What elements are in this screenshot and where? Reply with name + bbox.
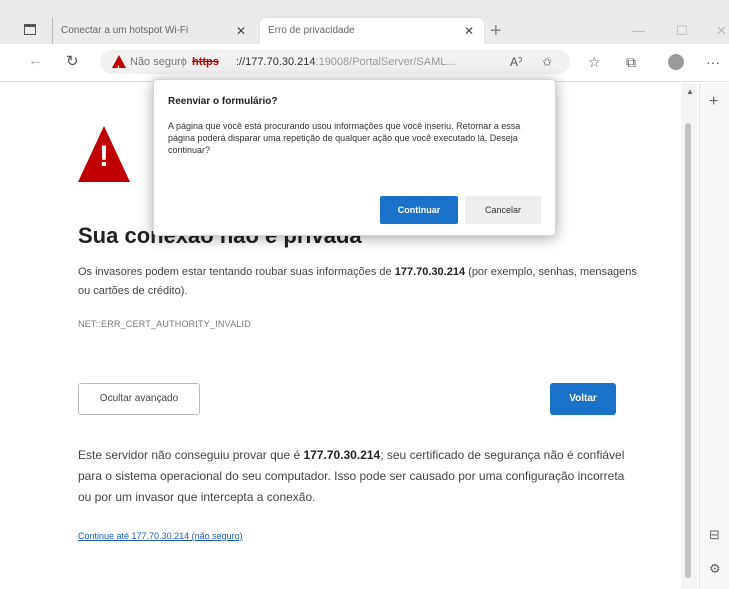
sidebar: + ⊟ ⚙ <box>699 83 729 589</box>
details-paragraph: Este servidor não conseguiu provar que é… <box>78 445 638 508</box>
scroll-up-icon[interactable]: ▲ <box>686 87 694 96</box>
warning-icon[interactable] <box>112 55 126 74</box>
vertical-scrollbar[interactable]: ▲ <box>681 83 697 589</box>
hide-advanced-button[interactable]: Ocultar avançado <box>78 383 200 415</box>
url-input[interactable]: Não seguro | https ://177.70.30.214:1900… <box>100 50 570 74</box>
tab-privacy-error[interactable]: Erro de privacidade ✕ <box>260 18 484 44</box>
close-icon[interactable]: ✕ <box>464 18 474 44</box>
warning-paragraph: Os invasores podem estar tentando roubar… <box>78 263 638 301</box>
new-tab-button[interactable]: + <box>490 18 502 44</box>
dialog-message: A página que você está procurando usou i… <box>168 121 521 155</box>
close-icon[interactable]: ✕ <box>236 18 246 44</box>
host-text: 177.70.30.214 <box>303 448 381 462</box>
back-button[interactable]: ← <box>28 52 43 69</box>
scrollbar-thumb[interactable] <box>685 123 691 578</box>
address-bar: ← ↻ Não seguro | https ://177.70.30.214:… <box>0 44 729 82</box>
tab-hotspot[interactable]: Conectar a um hotspot Wi-Fi ✕ <box>52 18 256 44</box>
tab-title: Erro de privacidade <box>268 25 355 36</box>
continue-button[interactable]: Continuar <box>380 196 458 224</box>
cancel-button[interactable]: Cancelar <box>465 196 541 224</box>
security-label[interactable]: Não seguro <box>130 50 187 74</box>
refresh-button[interactable]: ↻ <box>66 52 79 70</box>
back-to-safety-button[interactable]: Voltar <box>550 383 616 415</box>
collections-icon[interactable]: ⧉ <box>626 54 636 71</box>
resubmit-dialog: Reenviar o formulário? A página que você… <box>153 79 556 236</box>
warning-icon: ! <box>78 126 130 182</box>
tab-strip: Conectar a um hotspot Wi-Fi ✕ Erro de pr… <box>0 0 729 44</box>
window-close-button[interactable]: ✕ <box>716 18 727 44</box>
proceed-unsafe-link[interactable]: Continue até 177.70.30.214 (não seguro) <box>78 531 243 541</box>
maximize-button[interactable]: ☐ <box>676 18 688 44</box>
url-scheme: https <box>192 56 219 68</box>
tab-title: Conectar a um hotspot Wi-Fi <box>61 25 189 36</box>
read-aloud-icon[interactable]: Aˀ <box>510 50 522 74</box>
paragraph-text: Os invasores podem estar tentando roubar… <box>78 266 395 278</box>
dialog-title: Reenviar o formulário? <box>168 96 278 107</box>
favorites-icon[interactable]: ☆ <box>588 54 601 71</box>
split-screen-icon[interactable]: ⊟ <box>709 527 720 543</box>
profile-avatar[interactable] <box>668 54 684 70</box>
more-menu-icon[interactable]: ··· <box>706 54 720 70</box>
url-path: :19008/PortalServer/SAML... <box>315 56 456 68</box>
minimize-button[interactable]: — <box>632 18 645 44</box>
error-code: NET::ERR_CERT_AUTHORITY_INVALID <box>78 319 251 329</box>
url-host-path: ://177.70.30.214:19008/PortalServer/SAML… <box>236 50 456 74</box>
add-icon[interactable]: + <box>709 93 718 111</box>
host-text: 177.70.30.214 <box>394 266 466 278</box>
settings-gear-icon[interactable]: ⚙ <box>709 561 721 577</box>
url-host: ://177.70.30.214 <box>236 56 316 68</box>
add-favorite-icon[interactable]: ✩ <box>542 50 552 74</box>
tab-actions-icon[interactable] <box>24 24 36 35</box>
paragraph-text: Este servidor não conseguiu provar que é <box>78 448 304 462</box>
divider: | <box>182 56 185 68</box>
